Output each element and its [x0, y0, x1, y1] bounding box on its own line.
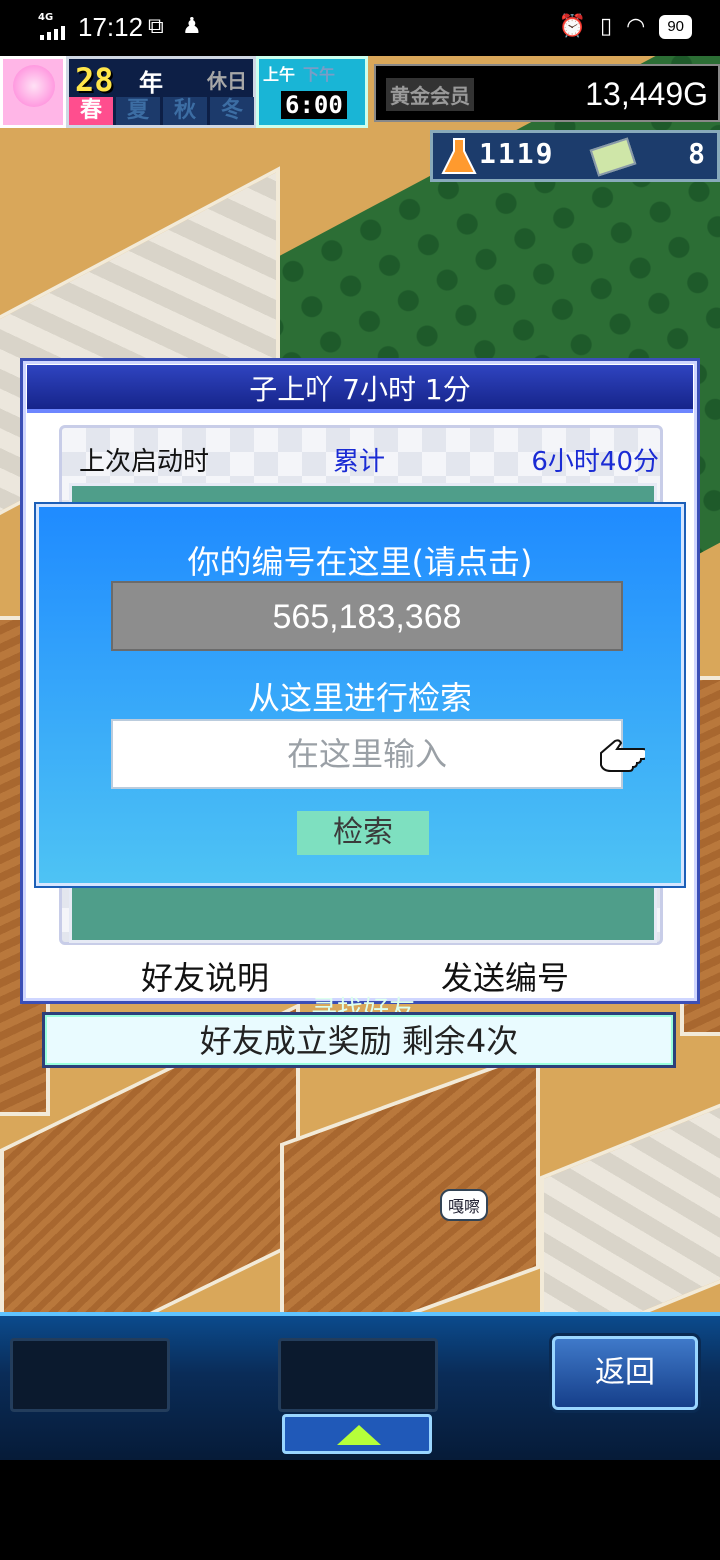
send-id-button[interactable]: 发送编号 — [441, 953, 569, 999]
friend-reward-bar: 好友成立奖励 剩余4次 — [42, 1012, 676, 1068]
money-amount: 13,449G — [585, 76, 708, 112]
money-display: 黄金会员 13,449G — [374, 64, 720, 122]
system-nav-area — [0, 1460, 720, 1560]
status-icons: ⏰ ▯ ◠ 90 — [559, 14, 692, 39]
qq-icon: ♟ — [182, 14, 202, 39]
network-type: 4G — [38, 12, 54, 23]
pm-label: 下午 — [303, 65, 336, 84]
alarm-icon: ⏰ — [558, 14, 586, 39]
avatar-image — [13, 65, 55, 107]
status-bar: 4G 17:12 ⧉ ♟ ⏰ ▯ ◠ 90 — [0, 0, 720, 56]
game-clock: 6:00 — [281, 91, 347, 119]
bottom-slot-center[interactable] — [278, 1338, 438, 1412]
status-time: 17:12 — [78, 12, 144, 42]
cumulative-label: 累计 — [333, 447, 386, 477]
flask-icon — [441, 138, 477, 174]
season-summer: 夏 — [116, 97, 160, 125]
year-number: 28 — [75, 61, 114, 99]
date-display: 28 年 休日 春 夏 秋 冬 — [66, 56, 256, 128]
member-badge: 黄金会员 — [386, 78, 474, 111]
holiday-label: 休日 — [207, 69, 247, 93]
vibrate-icon: ▯ — [600, 14, 613, 39]
expand-menu-button[interactable] — [282, 1414, 432, 1454]
id-heading: 你的编号在这里(请点击) — [187, 543, 533, 581]
back-button[interactable]: 返回 — [552, 1336, 698, 1410]
wifi-icon: ◠ — [626, 14, 646, 39]
hand-pointer-icon — [600, 739, 645, 772]
player-id-field[interactable]: 565,183,368 — [111, 581, 623, 651]
panel-buttons: 好友说明 发送编号 — [23, 947, 703, 1003]
speech-bubble: 嘎嚓 — [440, 1189, 489, 1221]
season-spring: 春 — [69, 97, 113, 125]
play-time-row: 上次启动时 累计 6小时40分 — [79, 439, 659, 481]
am-pm-indicator: 上午 下午 — [263, 61, 335, 85]
year-label: 年 — [139, 69, 163, 97]
panel-title: 子上吖 7小时 1分 — [27, 365, 693, 413]
cumulative-value: 6小时40分 — [531, 447, 659, 477]
research-points: 1119 — [479, 137, 555, 170]
resource-display: 1119 8 — [430, 130, 720, 182]
room-bottom-center — [280, 1048, 540, 1312]
season-winter: 冬 — [210, 97, 254, 125]
signal-icon — [40, 26, 65, 40]
friend-id-dialog: 你的编号在这里(请点击) 565,183,368 从这里进行检索 在这里输入 检… — [36, 504, 684, 886]
ticket-count: 8 — [688, 137, 705, 170]
search-heading: 从这里进行检索 — [247, 679, 472, 717]
friend-explain-button[interactable]: 好友说明 — [141, 953, 269, 999]
player-avatar[interactable] — [0, 56, 66, 128]
season-autumn: 秋 — [163, 97, 207, 125]
bottom-bar: 返回 — [0, 1312, 720, 1460]
notification-icon: ⧉ — [148, 14, 164, 39]
last-launch-label: 上次启动时 — [79, 447, 210, 477]
battery-icon: 90 — [659, 14, 692, 39]
room-bottom-right — [540, 1095, 720, 1312]
time-display: 上午 下午 6:00 — [256, 56, 368, 128]
ticket-icon — [589, 137, 637, 177]
search-button[interactable]: 检索 — [297, 811, 429, 855]
bottom-slot-left[interactable] — [10, 1338, 170, 1412]
am-label: 上午 — [263, 65, 296, 84]
top-hud: 28 年 休日 春 夏 秋 冬 上午 下午 6:00 黄金会员 13,449G — [0, 56, 720, 130]
search-id-input[interactable]: 在这里输入 — [111, 719, 623, 789]
up-arrow-icon — [337, 1425, 381, 1445]
season-indicator: 春 夏 秋 冬 — [69, 97, 257, 125]
